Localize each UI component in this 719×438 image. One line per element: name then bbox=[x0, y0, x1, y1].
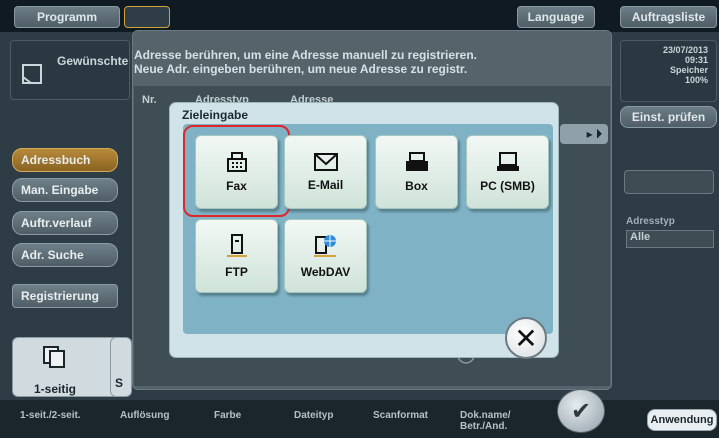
date-text: 23/07/2013 bbox=[662, 45, 708, 55]
job-history-button[interactable]: Auftr.verlauf bbox=[12, 211, 118, 235]
email-tile[interactable]: E-Mail bbox=[284, 135, 367, 209]
program-button[interactable]: Programm bbox=[14, 6, 120, 28]
ftp-tile[interactable]: FTP bbox=[195, 219, 278, 293]
instruction-line-1: Adresse berühren, um eine Adresse manuel… bbox=[134, 48, 478, 62]
ftp-label: FTP bbox=[225, 265, 248, 279]
time-text: 09:31 bbox=[684, 55, 708, 65]
fax-icon bbox=[226, 152, 247, 172]
bottom-bar bbox=[0, 400, 719, 438]
confirm-button[interactable]: ✔ bbox=[557, 389, 605, 433]
home-tab-button[interactable] bbox=[124, 6, 170, 28]
ftp-server-icon bbox=[226, 234, 247, 257]
language-button[interactable]: Language bbox=[517, 6, 595, 28]
pc-smb-label: PC (SMB) bbox=[480, 179, 535, 193]
duplex-icon bbox=[43, 346, 65, 368]
column-nr: Nr. bbox=[142, 94, 157, 106]
fax-label: Fax bbox=[226, 179, 247, 193]
bottom-label-scansize: Scanformat bbox=[373, 410, 429, 421]
box-tile[interactable]: Box bbox=[375, 135, 458, 209]
memory-value: 100% bbox=[684, 75, 708, 85]
instruction-line-2: Neue Adr. eingeben berühren, um neue Adr… bbox=[134, 62, 468, 76]
pc-smb-tile[interactable]: PC (SMB) bbox=[466, 135, 549, 209]
computer-icon bbox=[496, 152, 519, 171]
next-page-button[interactable]: ▸ ⏵ bbox=[560, 124, 608, 144]
bottom-label-color: Farbe bbox=[214, 410, 242, 421]
dialog-title: Zieleingabe bbox=[182, 108, 249, 122]
manual-entry-button[interactable]: Man. Eingabe bbox=[12, 178, 118, 202]
address-search-button[interactable]: Adr. Suche bbox=[12, 243, 118, 267]
webdav-label: WebDAV bbox=[300, 265, 351, 279]
check-settings-button[interactable]: Einst. prüfen bbox=[620, 106, 717, 128]
apply-button[interactable]: Anwendung bbox=[647, 409, 717, 431]
document-icon bbox=[22, 64, 42, 84]
instruction-text: Adresse berühren, um eine Adresse manuel… bbox=[134, 48, 612, 84]
fax-tile[interactable]: Fax bbox=[195, 135, 278, 209]
job-list-button[interactable]: Auftragsliste bbox=[620, 6, 717, 28]
close-icon: ✕ bbox=[514, 322, 538, 354]
bottom-label-filetype: Dateityp bbox=[294, 410, 334, 421]
envelope-icon bbox=[313, 153, 338, 171]
webdav-icon bbox=[313, 235, 336, 257]
memory-label: Speicher bbox=[669, 65, 708, 75]
bottom-label-resolution: Auflösung bbox=[120, 410, 170, 421]
header-title: Gewünschte bbox=[57, 54, 129, 68]
check-icon: ✔ bbox=[570, 397, 592, 425]
webdav-tile[interactable]: WebDAV bbox=[284, 219, 367, 293]
view-toggle[interactable] bbox=[624, 170, 714, 194]
bottom-label-docname: Dok.name/ Betr./And. bbox=[460, 410, 511, 432]
email-label: E-Mail bbox=[307, 178, 344, 192]
box-label: Box bbox=[405, 179, 428, 193]
status-box: 23/07/2013 09:31 Speicher 100% bbox=[620, 40, 717, 102]
resolution-setting-button[interactable]: S bbox=[110, 337, 132, 397]
box-icon bbox=[405, 152, 428, 171]
destination-header bbox=[10, 40, 130, 100]
registration-button[interactable]: Registrierung bbox=[12, 284, 118, 308]
resolution-setting-partial: S bbox=[115, 376, 124, 390]
address-type-select[interactable]: Alle bbox=[626, 230, 714, 248]
duplex-setting-value: 1-seitig bbox=[34, 382, 77, 396]
bottom-label-duplex: 1-seit./2-seit. bbox=[20, 410, 81, 421]
address-book-button[interactable]: Adressbuch bbox=[12, 148, 118, 172]
close-dialog-button[interactable]: ✕ bbox=[505, 317, 547, 359]
address-type-label: Adresstyp bbox=[626, 216, 675, 227]
